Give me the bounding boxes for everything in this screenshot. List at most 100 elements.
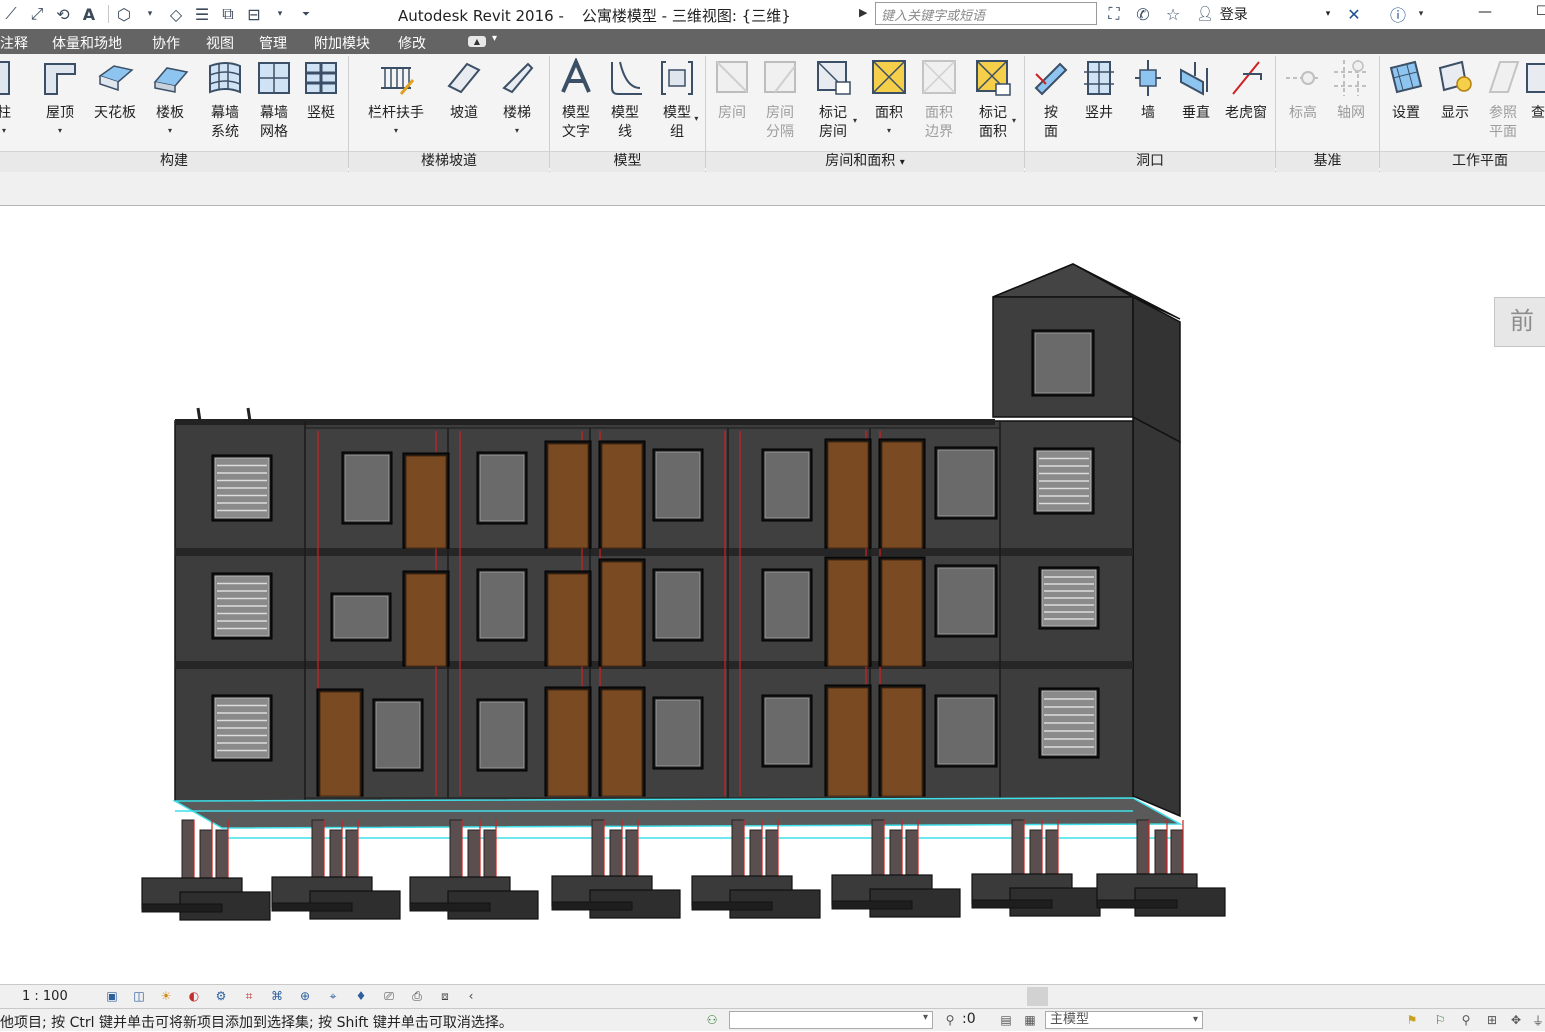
curtain-grid-button[interactable]: 幕墙 网格 [250, 54, 298, 150]
text-icon[interactable]: A [78, 3, 100, 25]
dimension-icon[interactable]: ⤢ [26, 3, 48, 25]
model-text-button[interactable]: 模型 文字 [553, 54, 599, 150]
editable-only-icon[interactable]: ▤ [998, 1012, 1014, 1028]
drawing-area[interactable]: 前 [0, 206, 1545, 984]
section-icon[interactable]: ◇ [165, 3, 187, 25]
maximize-button[interactable]: ☐ [1536, 4, 1545, 19]
chevron-down-icon[interactable]: ▾ [492, 33, 497, 44]
design-options-icon[interactable]: ▦ [1022, 1012, 1038, 1028]
expand-arrow-icon[interactable]: ▶ [859, 6, 871, 22]
crop-view-icon[interactable]: ⌗ [241, 988, 257, 1004]
stair-button[interactable]: 楼梯 ▾ [492, 54, 542, 150]
detail-level-icon[interactable]: ▣ [104, 988, 120, 1004]
binoculars-icon[interactable]: ⛶ [1104, 4, 1124, 24]
panel-title-room-area[interactable]: 房间和面积 ▾ [706, 151, 1024, 172]
view-scale[interactable]: 1 : 100 [22, 989, 68, 1004]
roof-button[interactable]: 屋顶 ▾ [36, 54, 84, 150]
panel-title-datum[interactable]: 基准 [1276, 151, 1379, 172]
panel-title-opening[interactable]: 洞口 [1025, 151, 1275, 172]
tab-view[interactable]: 视图 [206, 33, 234, 53]
room-button[interactable]: 房间 [710, 54, 754, 150]
model-line-button[interactable]: 模型 线 [602, 54, 648, 150]
filter-selection-icon[interactable]: ⏚ [1530, 1012, 1545, 1028]
sun-path-icon[interactable]: ☀ [158, 988, 174, 1004]
show-workplane-button[interactable]: 显示 [1432, 54, 1478, 150]
minimize-button[interactable]: — [1478, 4, 1492, 20]
switch-windows-icon[interactable]: ⊟ [243, 3, 265, 25]
search-input[interactable]: 键入关键字或短语 [875, 2, 1097, 25]
railing-button[interactable]: 栏杆扶手 ▾ [360, 54, 432, 150]
area-button[interactable]: 面积 ▾ [864, 54, 914, 150]
level-button[interactable]: 标高 [1280, 54, 1326, 150]
column-button[interactable]: 柱 ▾ [0, 54, 22, 150]
dropdown-arrow-icon[interactable]: ▾ [269, 3, 291, 25]
dormer-button[interactable]: 老虎窗 [1220, 54, 1272, 150]
set-workplane-button[interactable]: 设置 [1384, 54, 1428, 150]
building-3d-model[interactable] [0, 206, 1545, 984]
by-face-button[interactable]: 按 面 [1030, 54, 1072, 150]
close-hidden-icon[interactable]: ⧉ [217, 3, 239, 25]
tag-room-button[interactable]: 标记 房间 ▾ [808, 54, 858, 150]
panel-title-stairs[interactable]: 楼梯坡道 [349, 151, 549, 172]
viewcube-front[interactable]: 前 [1494, 297, 1545, 347]
show-crop-icon[interactable]: ⌘ [269, 988, 285, 1004]
select-links-icon[interactable]: ⚑ [1404, 1012, 1420, 1028]
vertical-opening-button[interactable]: 垂直 [1174, 54, 1218, 150]
constraints-icon[interactable]: ⧈ [437, 988, 453, 1004]
drag-elements-icon[interactable]: ✥ [1508, 1012, 1524, 1028]
exchange-apps-icon[interactable]: ✕ [1344, 4, 1364, 24]
curtain-system-button[interactable]: 幕墙 系统 [200, 54, 250, 150]
tab-massing-site[interactable]: 体量和场地 [52, 33, 122, 53]
panel-title-build[interactable]: 构建 [0, 151, 348, 172]
reveal-hidden-icon[interactable]: ♦ [353, 988, 369, 1004]
floor-button[interactable]: 楼板 ▾ [146, 54, 194, 150]
grid-icon [1334, 60, 1368, 96]
tab-collaborate[interactable]: 协作 [152, 33, 180, 53]
temp-hide-icon[interactable]: ⌖ [325, 988, 341, 1004]
customize-qat-icon[interactable]: ⏷ [295, 3, 317, 25]
render-icon[interactable]: ⚙ [213, 988, 229, 1004]
tab-manage[interactable]: 管理 [259, 33, 287, 53]
login-button[interactable]: 👤︎ 登录 ▾ [1196, 3, 1330, 25]
mullion-button[interactable]: 竖梃 [298, 54, 344, 150]
tag-icon[interactable]: ⟲ [52, 3, 74, 25]
grid-button[interactable]: 轴网 [1328, 54, 1374, 150]
design-option-dropdown[interactable]: 主模型 ▾ [1045, 1011, 1203, 1029]
ramp-button[interactable]: 坡道 [438, 54, 490, 150]
room-separator-button[interactable]: 房间 分隔 [756, 54, 804, 150]
visual-style-icon[interactable]: ◫ [131, 988, 147, 1004]
scroll-left-icon[interactable]: ‹ [463, 988, 479, 1004]
select-underlay-icon[interactable]: ⚐ [1432, 1012, 1448, 1028]
dropdown-arrow-icon[interactable]: ▾ [139, 3, 161, 25]
model-group-button[interactable]: 模型 组 ▾ [650, 54, 704, 150]
filter-icon[interactable]: ⚲ [942, 1012, 958, 1028]
panel-title-workplane[interactable]: 工作平面 [1380, 151, 1545, 172]
select-pinned-icon[interactable]: ⚲ [1458, 1012, 1474, 1028]
horizontal-scrollbar[interactable] [1027, 987, 1048, 1006]
shaft-button[interactable]: 竖井 [1074, 54, 1124, 150]
viewer-button[interactable]: 查 [1524, 54, 1545, 150]
lock-3d-icon[interactable]: ⊕ [297, 988, 313, 1004]
subscription-icon[interactable]: ✆ [1133, 4, 1153, 24]
shadows-icon[interactable]: ◐ [186, 988, 202, 1004]
help-icon[interactable]: ⓘ [1388, 4, 1408, 25]
panel-title-model[interactable]: 模型 [550, 151, 705, 172]
tag-area-button[interactable]: 标记 面积 ▾ [968, 54, 1018, 150]
select-by-face-icon[interactable]: ⊞ [1484, 1012, 1500, 1028]
tab-annotate[interactable]: 注释 [0, 33, 28, 53]
highlight-displacement-icon[interactable]: ⎙ [409, 988, 425, 1004]
ceiling-button[interactable]: 天花板 [88, 54, 142, 150]
thin-lines-icon[interactable]: ☰ [191, 3, 213, 25]
area-boundary-button[interactable]: 面积 边界 [914, 54, 964, 150]
tab-addins[interactable]: 附加模块 [314, 33, 370, 53]
3d-view-icon[interactable]: ⬡ [113, 3, 135, 25]
wall-opening-button[interactable]: 墙 [1126, 54, 1170, 150]
worksets-icon[interactable]: ⚇ [704, 1012, 720, 1028]
workset-dropdown[interactable]: ▾ [729, 1011, 933, 1029]
tab-modify[interactable]: 修改 [398, 33, 426, 53]
minimize-ribbon-icon[interactable]: ▲ [468, 36, 486, 47]
chevron-down-icon[interactable]: ▾ [1411, 4, 1431, 24]
measure-icon[interactable]: ⟋ [0, 3, 22, 25]
analytical-model-icon[interactable]: ⎚ [381, 988, 397, 1004]
star-icon[interactable]: ☆ [1163, 4, 1183, 24]
